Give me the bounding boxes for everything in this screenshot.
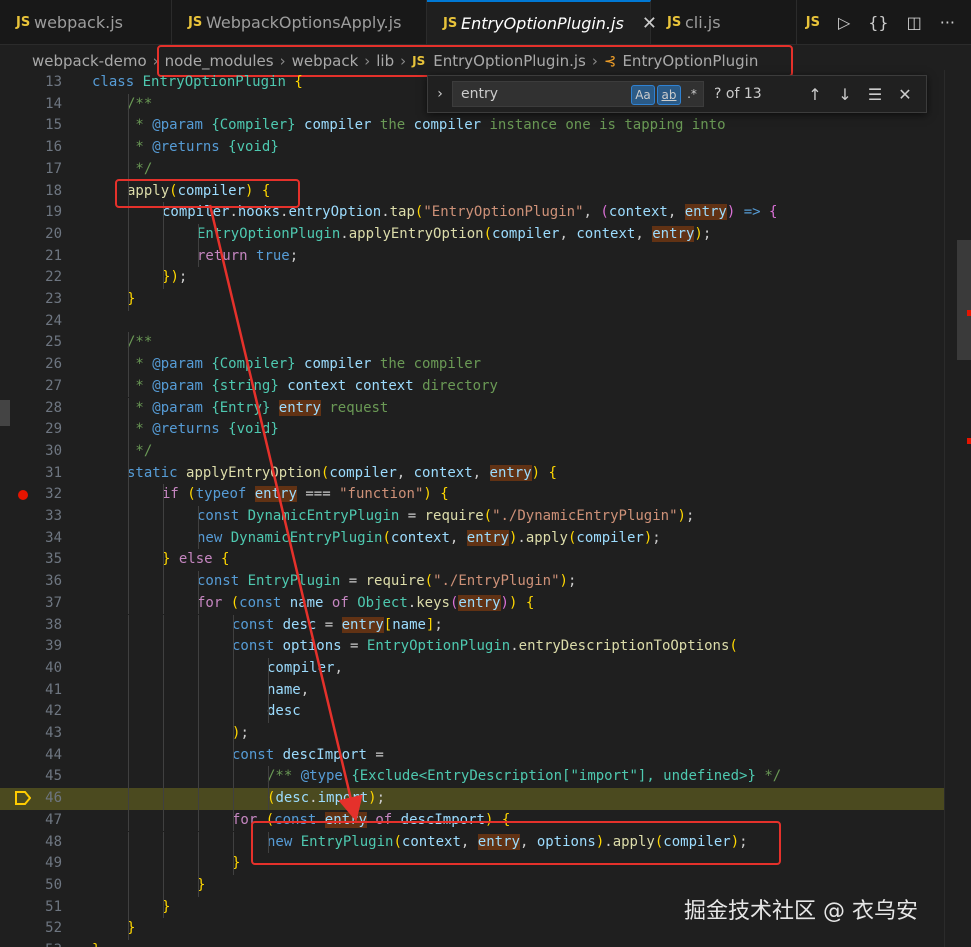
annotation-arrow [208,204,363,822]
watermark: 掘金技术社区 @ 衣乌安 [684,899,918,924]
